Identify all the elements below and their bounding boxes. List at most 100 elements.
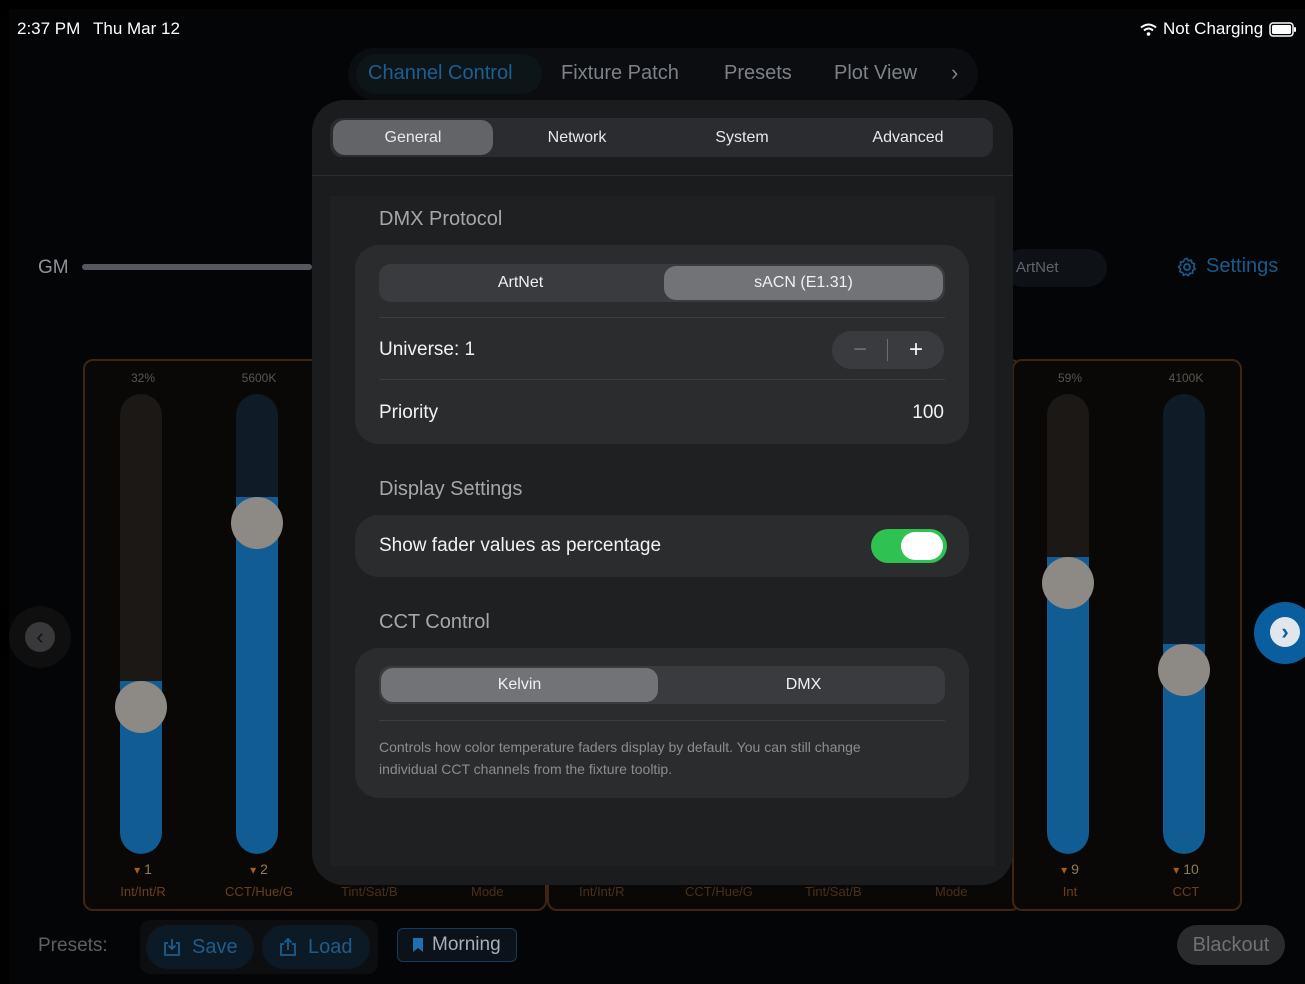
preset-name: Morning bbox=[432, 934, 501, 955]
dmx-protocol-card: ArtNet sACN (E1.31) Universe: 1 − + Prio… bbox=[355, 245, 969, 444]
wifi-icon bbox=[1140, 23, 1157, 36]
status-right: Not Charging bbox=[1140, 19, 1297, 39]
divider bbox=[379, 379, 945, 380]
fader-channel-number: ▾ 1 bbox=[85, 861, 201, 877]
fader-knob[interactable] bbox=[231, 496, 283, 549]
bookmark-icon bbox=[413, 938, 423, 952]
status-time: 2:37 PM bbox=[17, 19, 81, 38]
fixture-panel-right: 59% ▾ 9 Int 4100K ▾ 10 CCT bbox=[1012, 359, 1242, 911]
fader-label: CCT/Hue/G bbox=[225, 884, 293, 899]
fader-value: 4100K bbox=[1168, 371, 1204, 385]
app-screen: 2:37 PM Thu Mar 12 Not Charging Channel … bbox=[9, 9, 1305, 984]
previous-page-button[interactable]: ‹ bbox=[9, 606, 71, 668]
bulb-icon: ▾ bbox=[250, 863, 257, 877]
cct-option-kelvin[interactable]: Kelvin bbox=[381, 668, 658, 702]
divider bbox=[379, 317, 945, 318]
fader-number-text: 2 bbox=[260, 861, 268, 877]
settings-tab-system[interactable]: System bbox=[661, 118, 823, 157]
gear-icon bbox=[1177, 256, 1197, 277]
settings-label: Settings bbox=[1206, 255, 1279, 277]
fader-label: Int bbox=[1062, 884, 1078, 899]
bulb-icon: ▾ bbox=[134, 863, 141, 877]
fader-label: Mode bbox=[471, 884, 504, 899]
chevron-right-icon: › bbox=[1270, 617, 1300, 647]
settings-tab-network[interactable]: Network bbox=[496, 118, 658, 157]
protocol-segmented-control: ArtNet sACN (E1.31) bbox=[379, 264, 945, 302]
preset-actions: Save Load bbox=[140, 920, 378, 974]
fader-1: 32% ▾ 1 Int/Int/R bbox=[85, 361, 201, 911]
preset-morning-button[interactable]: Morning bbox=[397, 928, 517, 962]
blackout-button[interactable]: Blackout bbox=[1177, 925, 1285, 965]
share-icon bbox=[280, 937, 296, 956]
fader-channel-number: ▾ 10 bbox=[1128, 861, 1244, 877]
fader-knob[interactable] bbox=[1042, 556, 1094, 609]
fader-value: 32% bbox=[130, 371, 156, 385]
tab-more-chevron-icon[interactable]: › bbox=[951, 60, 958, 86]
load-preset-button[interactable]: Load bbox=[262, 925, 370, 969]
display-settings-card: Show fader values as percentage bbox=[355, 515, 969, 577]
tab-presets[interactable]: Presets bbox=[724, 62, 792, 85]
fader-label: Tint/Sat/B bbox=[341, 884, 398, 899]
cct-segmented-control: Kelvin DMX bbox=[379, 666, 945, 704]
cct-control-card: Kelvin DMX Controls how color temperatur… bbox=[355, 648, 969, 798]
protocol-chip[interactable]: ArtNet bbox=[1004, 249, 1107, 287]
save-preset-button[interactable]: Save bbox=[146, 925, 254, 969]
priority-value[interactable]: 100 bbox=[912, 402, 944, 424]
fader-channel-number: ▾ 9 bbox=[1012, 861, 1128, 877]
fader-number-text: 9 bbox=[1071, 861, 1079, 877]
next-page-button[interactable]: › bbox=[1254, 602, 1305, 664]
cct-help-text: Controls how color temperature faders di… bbox=[379, 739, 861, 777]
gm-label: GM bbox=[38, 257, 69, 278]
tab-fixture-patch[interactable]: Fixture Patch bbox=[561, 62, 679, 85]
battery-status-text: Not Charging bbox=[1163, 19, 1264, 38]
save-icon bbox=[164, 939, 180, 956]
status-date: Thu Mar 12 bbox=[93, 19, 180, 38]
protocol-chip-label: ArtNet bbox=[1016, 259, 1059, 276]
fader-label: CCT/Hue/G bbox=[685, 884, 753, 899]
fader-value: 59% bbox=[1057, 371, 1083, 385]
fader-track[interactable] bbox=[1163, 394, 1205, 854]
fader-value: 5600K bbox=[241, 371, 277, 385]
increment-button[interactable]: + bbox=[888, 331, 944, 369]
fader-label: Int/Int/R bbox=[579, 884, 625, 899]
fader-track[interactable] bbox=[236, 394, 278, 854]
decrement-button[interactable]: − bbox=[832, 331, 888, 369]
protocol-option-artnet[interactable]: ArtNet bbox=[379, 264, 662, 302]
fader-10: 4100K ▾ 10 CCT bbox=[1128, 361, 1244, 911]
toggle-knob bbox=[901, 532, 943, 560]
divider bbox=[312, 175, 1013, 176]
settings-tab-control: General Network System Advanced bbox=[330, 118, 993, 157]
fader-track[interactable] bbox=[1047, 394, 1089, 854]
fader-knob[interactable] bbox=[115, 680, 167, 733]
settings-content: DMX Protocol ArtNet sACN (E1.31) Univers… bbox=[330, 196, 995, 866]
bulb-icon: ▾ bbox=[1173, 863, 1180, 877]
protocol-option-sacn[interactable]: sACN (E1.31) bbox=[664, 266, 943, 300]
fader-track[interactable] bbox=[120, 394, 162, 854]
divider bbox=[379, 720, 945, 721]
fader-knob[interactable] bbox=[1158, 644, 1210, 696]
settings-tab-advanced[interactable]: Advanced bbox=[827, 118, 989, 157]
fader-channel-number: ▾ 2 bbox=[201, 861, 317, 877]
section-title-dmx-protocol: DMX Protocol bbox=[379, 208, 503, 230]
fader-9: 59% ▾ 9 Int bbox=[1012, 361, 1128, 911]
fader-number-text: 1 bbox=[144, 861, 152, 877]
cct-option-dmx[interactable]: DMX bbox=[662, 666, 945, 704]
battery-icon bbox=[1269, 21, 1297, 37]
bulb-icon: ▾ bbox=[1061, 863, 1068, 877]
percentage-toggle[interactable] bbox=[871, 529, 947, 563]
settings-button[interactable]: Settings bbox=[1176, 255, 1278, 278]
tab-plot-view[interactable]: Plot View bbox=[834, 62, 917, 85]
tab-channel-control[interactable]: Channel Control bbox=[368, 62, 513, 85]
universe-label: Universe: 1 bbox=[379, 339, 476, 360]
top-tab-bar: Channel Control Fixture Patch Presets Pl… bbox=[348, 48, 978, 100]
fader-label: Tint/Sat/B bbox=[805, 884, 862, 899]
fader-2: 5600K ▾ 2 CCT/Hue/G bbox=[201, 361, 317, 911]
settings-modal: General Network System Advanced DMX Prot… bbox=[312, 100, 1013, 885]
fader-label: CCT bbox=[1172, 884, 1200, 899]
gm-slider[interactable] bbox=[82, 264, 312, 270]
chevron-left-icon: ‹ bbox=[25, 622, 55, 652]
load-label: Load bbox=[308, 935, 353, 958]
fader-label: Int/Int/R bbox=[120, 884, 166, 899]
settings-tab-general[interactable]: General bbox=[333, 120, 493, 155]
fader-number-text: 10 bbox=[1183, 861, 1199, 877]
